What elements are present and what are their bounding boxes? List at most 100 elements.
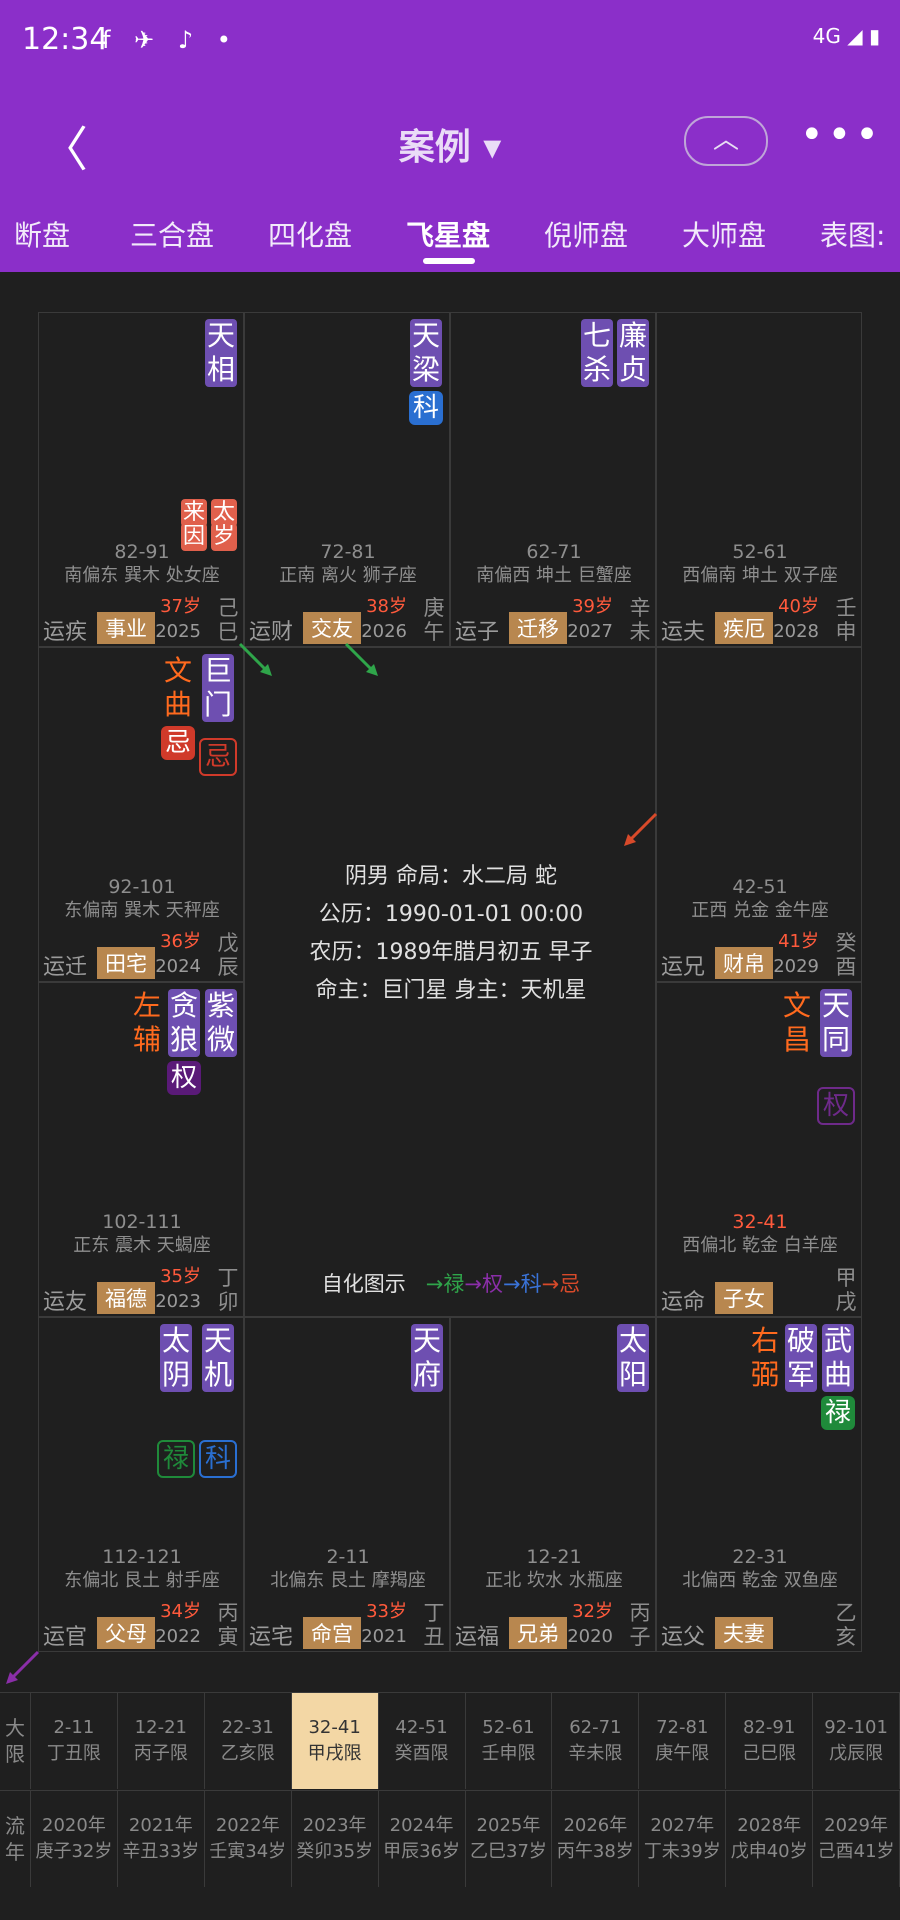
daxian-row: 大限 2-11 丁丑限 12-21 丙子限 22-31 乙亥限 32-41 甲戌限 42… <box>0 1692 900 1789</box>
star-label: 廉贞 <box>617 319 649 387</box>
palace-cell[interactable]: 天府 2-11 北偏东 艮土 摩羯座 33岁 2021 丁丑 运宅 命宫 <box>244 1317 450 1652</box>
year-label: 2027 <box>567 621 613 642</box>
liunian-cell[interactable]: 2028年 戊申40岁 <box>726 1791 814 1887</box>
tab-sihuapan[interactable]: 四化盘 <box>268 214 352 254</box>
palace-name-badge: 疾厄 <box>715 612 773 644</box>
daxian-cell[interactable]: 22-31 乙亥限 <box>205 1693 292 1789</box>
palace-cell[interactable]: 天同 权 文昌 32-41 西偏北 乾金 白羊座 甲戌 运命 子女 <box>656 982 862 1317</box>
palace-cell[interactable]: 52-61 西偏南 坤土 双子座 40岁 2028 壬申 运夫 疾厄 <box>656 312 862 647</box>
liunian-label: 流年 <box>0 1791 31 1887</box>
active-tab-indicator <box>423 258 475 264</box>
tab-duanpan[interactable]: 断盘 <box>14 214 70 254</box>
palace-cell[interactable]: 天梁科 72-81 正南 离火 狮子座 38岁 2026 庚午 运财 交友 <box>244 312 450 647</box>
liunian-cell[interactable]: 2023年 癸卯35岁 <box>292 1791 379 1887</box>
year-label: 2021 <box>361 1626 407 1647</box>
star-label: 天相 <box>205 319 237 387</box>
age-label: 38岁 <box>366 596 407 617</box>
palace-cell[interactable]: 42-51 正西 兑金 金牛座 41岁 2029 癸酉 运兄 财帛 <box>656 647 862 982</box>
palace-cell[interactable]: 太阳 12-21 正北 坎水 水瓶座 32岁 2020 丙子 运福 兄弟 <box>450 1317 656 1652</box>
hua-quan-outline-badge: 权 <box>817 1087 855 1125</box>
daxian-label: 大限 <box>0 1693 31 1789</box>
star-label: 太阳 <box>617 1324 649 1392</box>
ganzhi-label: 癸酉 <box>835 931 857 979</box>
gender-ju-text: 阴男 命局：水二局 蛇 <box>345 864 557 889</box>
hua-quan-badge: 权 <box>167 1061 201 1095</box>
lunar-date-text: 农历：1989年腊月初五 早子 <box>309 940 593 965</box>
star-label: 天机 <box>202 1324 234 1392</box>
notification-icons: f ✈ ♪ • <box>102 26 239 54</box>
year-label: 2020 <box>567 1626 613 1647</box>
more-icon[interactable]: ••• <box>800 112 883 158</box>
yun-label: 运迁 <box>43 955 88 980</box>
daxian-cell[interactable]: 82-91 己巳限 <box>726 1693 814 1789</box>
palace-cell[interactable]: 紫微 贪狼 权 左辅 102-111 正东 震木 天蝎座 35岁 2023 丁卯 … <box>38 982 244 1317</box>
palace-name-badge: 事业 <box>97 612 155 644</box>
chart-grid: 天相 来 太 因 岁 82-91 南偏东 巽木 处女座 37岁 2025 己巳 运… <box>6 312 862 1684</box>
year-label: 2022 <box>155 1626 201 1647</box>
hua-lu-badge: 禄 <box>821 1396 855 1430</box>
liunian-cell[interactable]: 2021年 辛丑33岁 <box>118 1791 205 1887</box>
age-label: 39岁 <box>572 596 613 617</box>
daxian-cell[interactable]: 72-81 庚午限 <box>639 1693 727 1789</box>
palace-info: 112-121 东偏北 艮土 射手座 <box>64 1546 220 1591</box>
tab-dashipan[interactable]: 大师盘 <box>682 214 766 254</box>
liunian-cell[interactable]: 2025年 乙巳37岁 <box>466 1791 553 1887</box>
age-label: 36岁 <box>160 931 201 952</box>
hua-ji-badge: 忌 <box>161 726 195 760</box>
palace-name-badge: 兄弟 <box>509 1617 567 1649</box>
daxian-cell[interactable]: 2-11 丁丑限 <box>31 1693 118 1789</box>
liunian-cell[interactable]: 2026年 丙午38岁 <box>552 1791 640 1887</box>
palace-cell[interactable]: 天机 科 太阴 禄 112-121 东偏北 艮土 射手座 34岁 2022 丙寅 … <box>38 1317 244 1652</box>
yun-label: 运父 <box>661 1625 706 1650</box>
star-label: 巨门 <box>202 654 234 722</box>
daxian-cell-active[interactable]: 32-41 甲戌限 <box>291 1693 379 1789</box>
ganzhi-label: 甲戌 <box>835 1266 857 1314</box>
palace-info: 42-51 正西 兑金 金牛座 <box>691 876 829 921</box>
palace-info: 62-71 南偏西 坤土 巨蟹座 <box>476 541 632 586</box>
arrow-green-icon <box>238 642 272 676</box>
yun-label: 运兄 <box>661 955 706 980</box>
system-icons: 4G ◢ ▮ <box>812 24 880 48</box>
daxian-cell[interactable]: 62-71 辛未限 <box>552 1693 640 1789</box>
palace-cell[interactable]: 天相 来 太 因 岁 82-91 南偏东 巽木 处女座 37岁 2025 己巳 运… <box>38 312 244 647</box>
palace-cell[interactable]: 廉贞 七杀 62-71 南偏西 坤土 巨蟹座 39岁 2027 辛未 运子 迁移 <box>450 312 656 647</box>
ganzhi-label: 戊辰 <box>217 931 239 979</box>
palace-info: 32-41 西偏北 乾金 白羊座 <box>682 1211 838 1256</box>
tab-sanhepan[interactable]: 三合盘 <box>130 214 214 254</box>
liunian-cell[interactable]: 2027年 丁未39岁 <box>639 1791 727 1887</box>
palace-cell[interactable]: 武曲 禄 破军 右弼 22-31 北偏西 乾金 双鱼座 乙亥 运父 夫妻 <box>656 1317 862 1652</box>
ganzhi-label: 丙子 <box>629 1601 651 1649</box>
palace-name-badge: 命宫 <box>303 1617 361 1649</box>
ganzhi-label: 辛未 <box>629 596 651 644</box>
tab-nishipan[interactable]: 倪师盘 <box>544 214 628 254</box>
daxian-cell[interactable]: 92-101 戊辰限 <box>813 1693 900 1789</box>
app-header: 〈 案例 ▾ ︿ ••• <box>0 92 900 192</box>
liunian-cell[interactable]: 2024年 甲辰36岁 <box>379 1791 466 1887</box>
daxian-cell[interactable]: 12-21 丙子限 <box>118 1693 205 1789</box>
liunian-cell[interactable]: 2029年 己酉41岁 <box>813 1791 900 1887</box>
palace-name-badge: 迁移 <box>509 612 567 644</box>
palace-info: 102-111 正东 震木 天蝎座 <box>73 1211 211 1256</box>
age-label: 37岁 <box>160 596 201 617</box>
liunian-cell[interactable]: 2020年 庚子32岁 <box>31 1791 118 1887</box>
palace-info: 2-11 北偏东 艮土 摩羯座 <box>270 1546 426 1591</box>
chevron-up-icon[interactable]: ︿ <box>684 116 768 166</box>
tab-feixingpan[interactable]: 飞星盘 <box>406 214 490 254</box>
palace-info: 72-81 正南 离火 狮子座 <box>279 541 417 586</box>
age-label: 34岁 <box>160 1601 201 1622</box>
palace-name-badge: 福德 <box>97 1282 155 1314</box>
daxian-cell[interactable]: 42-51 癸酉限 <box>379 1693 466 1789</box>
star-label: 七杀 <box>581 319 613 387</box>
palace-cell[interactable]: 巨门 忌 文曲 忌 92-101 东偏南 巽木 天秤座 36岁 2024 戊辰 运… <box>38 647 244 982</box>
palace-name-badge: 财帛 <box>715 947 773 979</box>
ganzhi-label: 丙寅 <box>217 1601 239 1649</box>
tab-biaotu[interactable]: 表图: <box>820 214 885 254</box>
yun-label: 运命 <box>661 1290 706 1315</box>
daxian-cell[interactable]: 52-61 壬申限 <box>466 1693 553 1789</box>
liunian-cell[interactable]: 2022年 壬寅34岁 <box>205 1791 292 1887</box>
ganzhi-label: 壬申 <box>835 596 857 644</box>
status-time: 12:34 <box>22 22 109 57</box>
age-label: 35岁 <box>160 1266 201 1287</box>
palace-info: 82-91 南偏东 巽木 处女座 <box>64 541 220 586</box>
palace-info: 92-101 东偏南 巽木 天秤座 <box>64 876 220 921</box>
